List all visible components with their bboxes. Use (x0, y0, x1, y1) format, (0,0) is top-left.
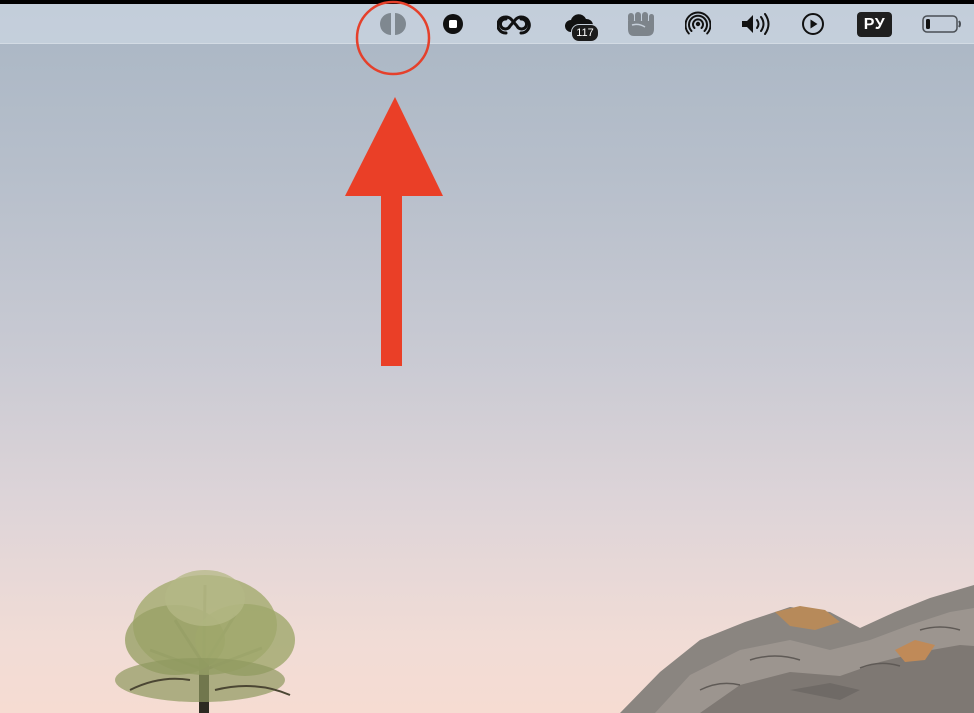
play-icon (801, 12, 825, 36)
airdrop-icon (685, 11, 711, 37)
desktop-wallpaper (115, 570, 974, 713)
creative-cloud-icon (497, 12, 531, 36)
volume-icon (739, 12, 773, 36)
menubar-item-stop[interactable] (440, 4, 466, 43)
menubar-item-contrast[interactable] (376, 4, 410, 43)
tree (115, 570, 295, 713)
menubar-item-volume[interactable] (738, 4, 774, 43)
menubar-item-creative-cloud[interactable] (496, 4, 532, 43)
notification-count-badge: 117 (571, 24, 599, 42)
contrast-icon (379, 10, 407, 38)
menubar-item-fist[interactable] (624, 4, 658, 43)
stop-icon (442, 13, 464, 35)
rock-formation (620, 585, 974, 713)
battery-icon (919, 13, 963, 35)
menu-bar: 117 РУ (0, 4, 974, 44)
menubar-item-battery[interactable] (918, 4, 964, 43)
input-language-indicator[interactable]: РУ (857, 12, 892, 37)
fist-icon (625, 9, 657, 39)
menubar-item-play[interactable] (800, 4, 826, 43)
menubar-item-airdrop[interactable] (684, 4, 712, 43)
